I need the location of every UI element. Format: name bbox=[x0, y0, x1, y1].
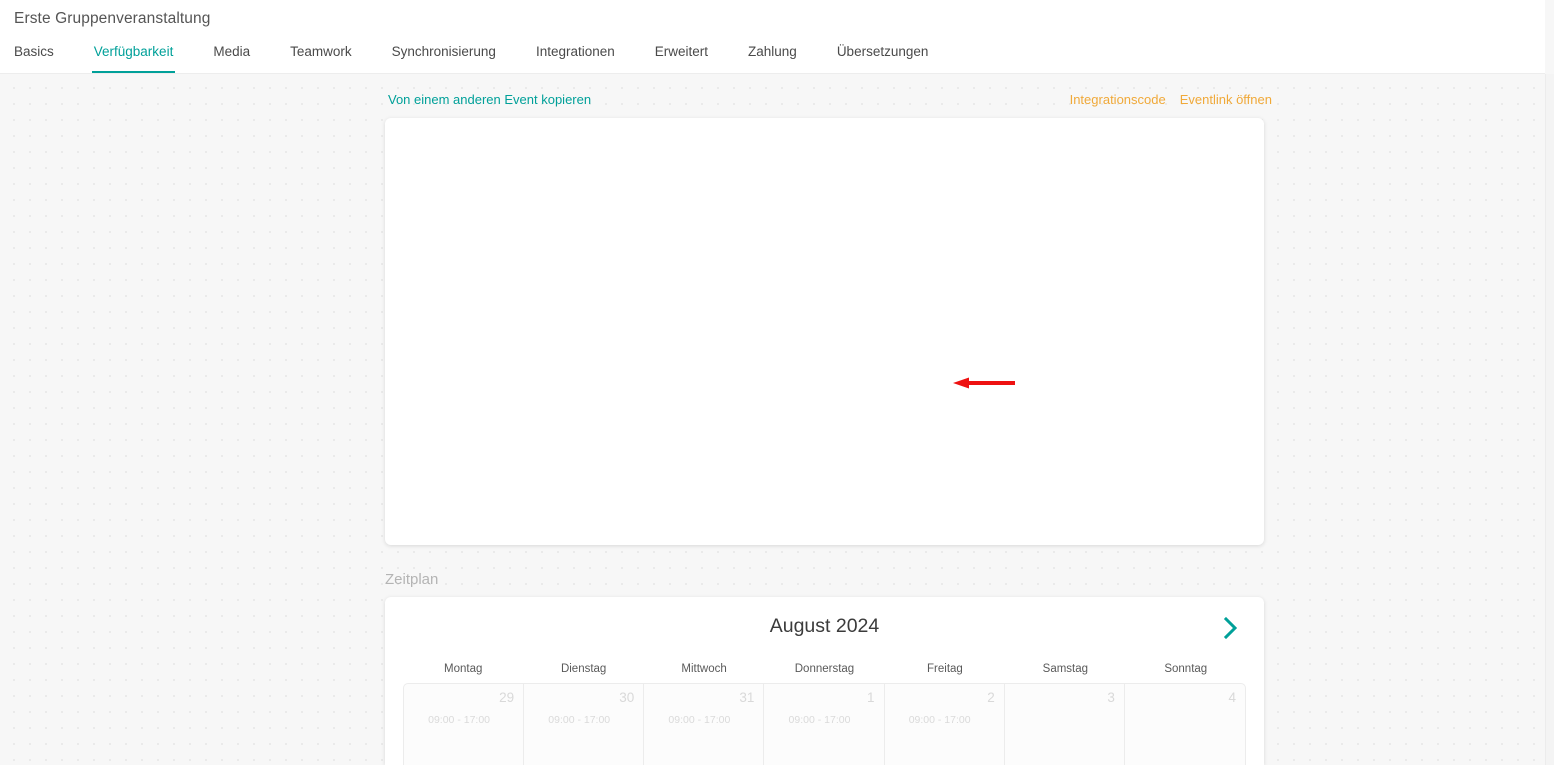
calendar-day-cell[interactable]: 2 09:00 - 17:00 bbox=[885, 684, 1005, 765]
calendar-day-number: 31 bbox=[739, 690, 755, 705]
tab-bar: Basics Verfügbarkeit Media Teamwork Sync… bbox=[0, 42, 948, 74]
app-header: Erste Gruppenveranstaltung Basics Verfüg… bbox=[0, 0, 1545, 74]
calendar-day-grid: 29 09:00 - 17:00 30 09:00 - 17:00 31 09:… bbox=[403, 683, 1246, 765]
weekday-mittwoch: Mittwoch bbox=[681, 663, 727, 675]
tab-synchronisierung[interactable]: Synchronisierung bbox=[372, 42, 516, 74]
calendar-day-cell[interactable]: 30 09:00 - 17:00 bbox=[524, 684, 645, 765]
calendar-day-number: 1 bbox=[867, 690, 875, 705]
weekday-donnerstag: Donnerstag bbox=[794, 663, 855, 675]
calendar-weekday-header: Montag Dienstag Mittwoch Donnerstag Frei… bbox=[403, 663, 1246, 675]
tab-media[interactable]: Media bbox=[193, 42, 270, 74]
weekday-freitag: Freitag bbox=[927, 663, 963, 675]
calendar-day-slot: 09:00 - 17:00 bbox=[668, 714, 731, 726]
integration-code-link[interactable]: Integrationscode bbox=[1070, 92, 1166, 107]
tab-basics[interactable]: Basics bbox=[0, 42, 74, 74]
calendar-day-slot: 09:00 - 17:00 bbox=[428, 714, 491, 726]
tab-uebersetzungen[interactable]: Übersetzungen bbox=[817, 42, 949, 74]
header-action-links: Integrationscode Eventlink öffnen bbox=[1070, 92, 1272, 107]
schedule-calendar-card: August 2024 Montag Dienstag Mittwoch Don… bbox=[385, 597, 1264, 765]
header-divider bbox=[0, 73, 1545, 74]
tab-zahlung[interactable]: Zahlung bbox=[728, 42, 817, 74]
calendar-day-cell[interactable]: 3 bbox=[1005, 684, 1125, 765]
chevron-right-icon bbox=[1223, 617, 1238, 639]
calendar-day-cell[interactable]: 4 bbox=[1125, 684, 1245, 765]
calendar-next-month-button[interactable] bbox=[1216, 613, 1246, 643]
calendar-day-number: 30 bbox=[619, 690, 635, 705]
weekday-dienstag: Dienstag bbox=[560, 663, 607, 675]
calendar-day-slot: 09:00 - 17:00 bbox=[548, 714, 611, 726]
link-bar: Von einem anderen Event kopieren Integra… bbox=[0, 92, 1545, 110]
copy-from-event-link[interactable]: Von einem anderen Event kopieren bbox=[388, 92, 591, 107]
calendar-day-cell[interactable]: 1 09:00 - 17:00 bbox=[764, 684, 885, 765]
schedule-section-title: Zeitplan bbox=[385, 571, 439, 588]
calendar-day-number: 4 bbox=[1228, 690, 1236, 705]
open-event-link[interactable]: Eventlink öffnen bbox=[1180, 92, 1272, 107]
availability-settings-card bbox=[385, 118, 1264, 545]
calendar-day-number: 2 bbox=[987, 690, 995, 705]
weekday-sonntag: Sonntag bbox=[1164, 663, 1208, 675]
calendar-day-number: 29 bbox=[499, 690, 515, 705]
tab-erweitert[interactable]: Erweitert bbox=[635, 42, 728, 74]
weekday-samstag: Samstag bbox=[1042, 663, 1089, 675]
vertical-scrollbar-track[interactable] bbox=[1545, 74, 1554, 765]
calendar-day-slot: 09:00 - 17:00 bbox=[908, 714, 971, 726]
calendar-day-slot: 09:00 - 17:00 bbox=[788, 714, 851, 726]
page-title: Erste Gruppenveranstaltung bbox=[14, 10, 211, 27]
tab-integrationen[interactable]: Integrationen bbox=[516, 42, 635, 74]
tab-teamwork[interactable]: Teamwork bbox=[270, 42, 372, 74]
calendar-day-cell[interactable]: 29 09:00 - 17:00 bbox=[404, 684, 525, 765]
calendar-day-cell[interactable]: 31 09:00 - 17:00 bbox=[644, 684, 765, 765]
calendar-month-label: August 2024 bbox=[769, 615, 880, 637]
calendar-day-number: 3 bbox=[1107, 690, 1115, 705]
weekday-montag: Montag bbox=[444, 663, 483, 675]
tab-verfuegbarkeit[interactable]: Verfügbarkeit bbox=[74, 42, 194, 74]
